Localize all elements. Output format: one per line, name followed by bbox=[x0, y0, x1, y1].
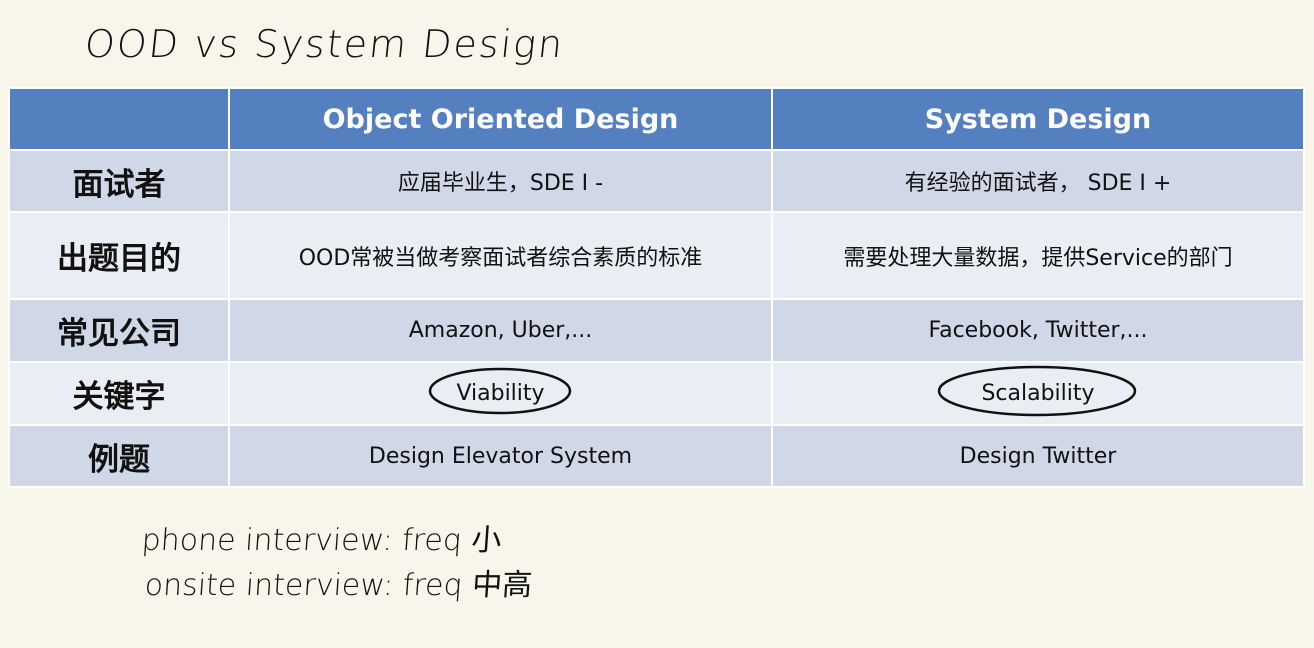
header-empty bbox=[8, 87, 230, 151]
row-label: 常见公司 bbox=[8, 298, 230, 363]
cell-sd: Scalability bbox=[771, 361, 1305, 426]
row-label: 关键字 bbox=[8, 361, 230, 426]
row-label: 出题目的 bbox=[8, 211, 230, 300]
circled-keyword: Scalability bbox=[938, 365, 1137, 417]
cell-ood: Viability bbox=[228, 361, 773, 426]
table-row: 面试者 应届毕业生，SDE I - 有经验的面试者， SDE I + bbox=[8, 149, 1305, 213]
cell-sd: Design Twitter bbox=[771, 424, 1305, 488]
comparison-table: Object Oriented Design System Design 面试者… bbox=[8, 87, 1305, 488]
handwritten-note-phone: phone interview: freq 小 bbox=[140, 523, 503, 558]
header-row: Object Oriented Design System Design bbox=[8, 87, 1305, 151]
cell-ood: 应届毕业生，SDE I - bbox=[228, 149, 773, 213]
table-row: 出题目的 OOD常被当做考察面试者综合素质的标准 需要处理大量数据，提供Serv… bbox=[8, 211, 1305, 300]
hand-drawn-circle bbox=[429, 367, 572, 415]
handwritten-note-onsite: onsite interview: freq 中高 bbox=[143, 568, 534, 603]
cell-sd: 有经验的面试者， SDE I + bbox=[771, 149, 1305, 213]
handwritten-title: OOD vs System Design bbox=[82, 22, 567, 66]
hand-drawn-circle bbox=[938, 365, 1137, 417]
header-ood: Object Oriented Design bbox=[228, 87, 773, 151]
row-label: 面试者 bbox=[8, 149, 230, 213]
cell-ood: Amazon, Uber,... bbox=[228, 298, 773, 363]
cell-sd: Facebook, Twitter,... bbox=[771, 298, 1305, 363]
table-row: 常见公司 Amazon, Uber,... Facebook, Twitter,… bbox=[8, 298, 1305, 363]
cell-ood: OOD常被当做考察面试者综合素质的标准 bbox=[228, 211, 773, 300]
table-row: 例题 Design Elevator System Design Twitter bbox=[8, 424, 1305, 488]
table-row: 关键字 Viability Scalability bbox=[8, 361, 1305, 426]
header-system-design: System Design bbox=[771, 87, 1305, 151]
row-label: 例题 bbox=[8, 424, 230, 488]
cell-sd: 需要处理大量数据，提供Service的部门 bbox=[771, 211, 1305, 300]
circled-keyword: Viability bbox=[429, 367, 572, 415]
cell-ood: Design Elevator System bbox=[228, 424, 773, 488]
